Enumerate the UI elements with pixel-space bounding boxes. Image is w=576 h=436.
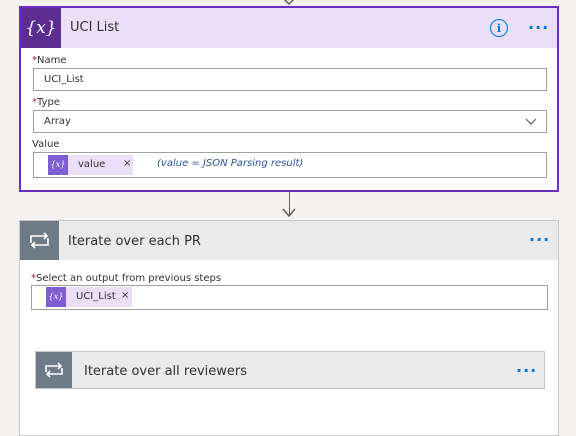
remove-token-icon[interactable]: ×	[121, 290, 129, 301]
uci-list-title: UCI List	[70, 20, 120, 35]
name-field-value: UCI_List	[44, 74, 84, 85]
variable-icon: {x}	[21, 8, 61, 48]
name-label: *Name	[32, 55, 67, 66]
more-options-icon[interactable]: ···	[516, 363, 537, 379]
iterate-reviewers-card[interactable]: Iterate over all reviewers ···	[35, 351, 545, 389]
uci-list-token[interactable]: {x} UCI_List ×	[46, 287, 132, 307]
type-dropdown-value: Array	[44, 116, 71, 127]
type-label-text: Type	[37, 97, 60, 108]
more-options-icon[interactable]: ···	[529, 232, 550, 248]
value-field[interactable]: {x} value × (value = JSON Parsing result…	[33, 152, 547, 178]
value-annotation: (value = JSON Parsing result)	[157, 158, 304, 169]
select-output-label-text: Select an output from previous steps	[36, 273, 222, 284]
loop-icon	[36, 352, 72, 388]
iterate-pr-card[interactable]: Iterate over each PR ··· *Select an outp…	[19, 220, 559, 436]
uci-list-header[interactable]: {x} UCI List i ···	[21, 8, 557, 48]
type-label: *Type	[32, 97, 60, 108]
variable-token-icon: {x}	[46, 287, 66, 307]
info-icon[interactable]: i	[490, 19, 508, 37]
more-options-icon[interactable]: ···	[528, 20, 549, 36]
chevron-down-icon[interactable]	[525, 118, 537, 126]
value-token-label: value	[78, 159, 106, 170]
iterate-pr-title: Iterate over each PR	[68, 234, 201, 249]
name-field[interactable]: UCI_List	[33, 68, 547, 91]
iterate-pr-header[interactable]: Iterate over each PR ···	[20, 221, 558, 260]
uci-list-token-label: UCI_List	[76, 291, 116, 302]
iterate-reviewers-title: Iterate over all reviewers	[84, 364, 248, 379]
connector-arrow-icon	[282, 208, 296, 218]
variable-token-icon: {x}	[48, 155, 68, 175]
value-label: Value	[32, 139, 60, 150]
remove-token-icon[interactable]: ×	[123, 158, 131, 169]
uci-list-action-card[interactable]: {x} UCI List i ··· *Name UCI_List *Type …	[19, 6, 559, 192]
select-output-label: *Select an output from previous steps	[31, 273, 221, 284]
name-label-text: Name	[37, 55, 67, 66]
value-token[interactable]: {x} value ×	[48, 155, 133, 175]
select-output-field[interactable]: {x} UCI_List ×	[31, 285, 548, 310]
loop-icon	[20, 221, 59, 260]
type-dropdown[interactable]: Array	[33, 110, 547, 133]
